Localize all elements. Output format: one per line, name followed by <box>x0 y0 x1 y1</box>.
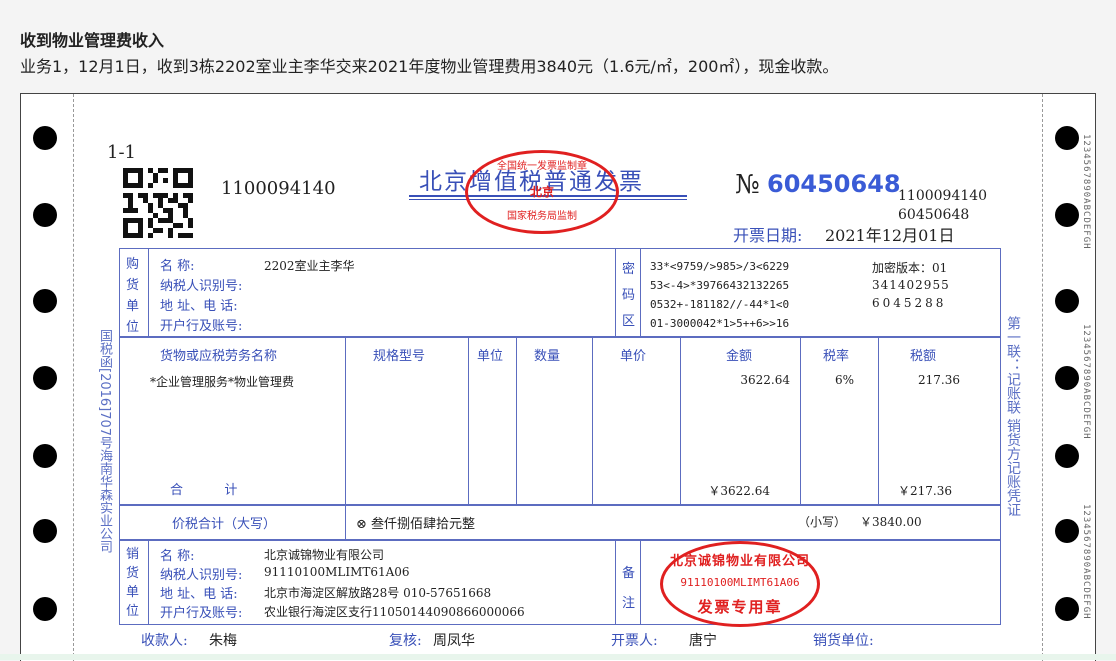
total-amount: ￥3622.64 <box>708 484 770 498</box>
cipher-label: 密码区 <box>622 262 636 329</box>
item-amount: 3622.64 <box>740 373 790 387</box>
seller-section-label: 销货单位 <box>126 547 140 619</box>
hole-icon <box>33 366 57 390</box>
strip-code: 1234567890ABCDEFGH <box>1081 504 1091 620</box>
tax-bureau-stamp: 全国统一发票监制章 北京 国家税务局监制 <box>465 150 619 234</box>
total-tax: ￥217.36 <box>898 484 952 498</box>
stamp-company-name: 北京诚锦物业有限公司 <box>669 554 810 569</box>
version-line: 341402955 <box>872 278 950 292</box>
task-header: 收到物业管理费收入 业务1，12月1日，收到3栋2202室业主李华交来2021年… <box>20 30 838 78</box>
cipher-line: 0532+-181182//-44*1<0 <box>650 298 790 311</box>
right-side-text: 第一联：记账联 销货方记账凭证 <box>1005 316 1021 517</box>
col-qty: 数量 <box>534 349 561 364</box>
invoice-code-right: 1100094140 <box>898 188 988 204</box>
hole-icon <box>1055 126 1079 150</box>
seller-bank-label: 开户行及账号: <box>160 606 243 621</box>
payee: 朱梅 <box>209 633 237 649</box>
invoice-number-right: 60450648 <box>898 207 970 223</box>
col-tax: 税额 <box>910 349 937 364</box>
reviewer: 周凤华 <box>433 633 475 649</box>
buyer-bank-label: 开户行及账号: <box>160 319 243 334</box>
item-rate: 6% <box>834 373 854 387</box>
seller-name: 北京诚锦物业有限公司 <box>264 548 385 562</box>
remark-label: 备注 <box>622 566 636 611</box>
stamp-company-id: 91110100MLIMT61A06 <box>680 576 800 589</box>
grand-total-words: ⊗ 叁仟捌佰肆拾元整 <box>356 517 476 532</box>
invoice-paper: 1234567890ABCDEFGH 1234567890ABCDEFGH 12… <box>20 93 1096 661</box>
right-perforation-strip: 1234567890ABCDEFGH 1234567890ABCDEFGH 12… <box>1042 94 1095 661</box>
cipher-line: 53<-4>*39766432132265 <box>650 279 790 292</box>
seller-bank: 农业银行海淀区支行11050144090866000066 <box>264 605 525 619</box>
seller-addr: 北京市海淀区解放路28号 010-57651668 <box>264 586 492 600</box>
invoice-number: 60450648 <box>767 170 901 198</box>
small-label: （小写） <box>798 515 847 529</box>
strip-code: 1234567890ABCDEFGH <box>1081 134 1091 250</box>
col-unit: 单位 <box>477 349 504 364</box>
col-amount: 金额 <box>726 349 753 364</box>
cipher-line: 33*<9759/>985>/3<6229 <box>650 260 790 273</box>
reviewer-label: 复核: <box>389 633 422 649</box>
strip-code: 1234567890ABCDEFGH <box>1081 324 1091 440</box>
invoice-footer: 收款人: 朱梅 复核: 周凤华 开票人: 唐宁 销货单位: <box>119 630 999 652</box>
total-label: 合 计 <box>170 483 238 498</box>
grand-total-small: ￥3840.00 <box>860 515 922 529</box>
number-prefix: № <box>735 170 760 200</box>
hole-icon <box>1055 519 1079 543</box>
hole-icon <box>33 597 57 621</box>
col-spec: 规格型号 <box>373 349 426 364</box>
invoice-table: 购货单位 名 称: 2202室业主李华 纳税人识别号: 地 址、电 话: 开户行… <box>119 248 1001 627</box>
hole-icon <box>33 519 57 543</box>
col-item: 货物或应税劳务名称 <box>160 349 278 364</box>
stamp-text: 全国统一发票监制章 <box>497 161 587 172</box>
cipher-line: 01-3000042*1>5++6>>16 <box>650 317 790 330</box>
version-line: 6045288 <box>872 296 947 310</box>
stamp-text: 北京 <box>529 185 554 199</box>
seller-name-label: 名 称: <box>160 549 195 564</box>
qr-code-icon <box>123 168 193 238</box>
seller-tax-label: 纳税人识别号: <box>160 568 243 583</box>
drawer: 唐宁 <box>689 633 717 649</box>
grand-total-label: 价税合计（大写） <box>172 517 277 532</box>
cipher-block: 33*<9759/>985>/3<6229 53<-4>*39766432132… <box>650 257 789 333</box>
hole-icon <box>33 126 57 150</box>
seller-unit-label: 销货单位: <box>813 633 874 649</box>
hole-icon <box>1055 366 1079 390</box>
stamp-company-sub: 发票专用章 <box>697 598 783 616</box>
left-perforation-strip <box>21 94 74 661</box>
date-label: 开票日期: <box>733 226 803 245</box>
item-name: *企业管理服务*物业管理费 <box>150 375 295 389</box>
encryption-version: 加密版本：01 <box>872 261 948 275</box>
hole-icon <box>1055 597 1079 621</box>
buyer-section-label: 购货单位 <box>126 257 140 335</box>
hole-icon <box>1055 444 1079 468</box>
col-rate: 税率 <box>823 349 850 364</box>
hole-icon <box>1055 203 1079 227</box>
invoice-code: 1100094140 <box>221 178 336 199</box>
hole-icon <box>1055 289 1079 313</box>
buyer-name-label: 名 称: <box>160 259 195 274</box>
drawer-label: 开票人: <box>611 633 658 649</box>
task-title: 收到物业管理费收入 <box>20 31 165 50</box>
buyer-tax-label: 纳税人识别号: <box>160 279 243 294</box>
stamp-text: 国家税务局监制 <box>507 211 577 222</box>
buyer-addr-label: 地 址、电 话: <box>160 299 238 314</box>
col-price: 单价 <box>620 349 647 364</box>
task-description: 业务1，12月1日，收到3栋2202室业主李华交来2021年度物业管理费用384… <box>20 57 839 76</box>
seller-tax-id: 91110100MLIMT61A06 <box>264 565 410 579</box>
invoice-date: 2021年12月01日 <box>825 226 955 245</box>
copy-number: 1-1 <box>107 142 136 163</box>
buyer-name: 2202室业主李华 <box>264 259 355 273</box>
seller-addr-label: 地 址、电 话: <box>160 587 238 602</box>
company-invoice-stamp: 北京诚锦物业有限公司 91110100MLIMT61A06 发票专用章 <box>660 541 820 627</box>
hole-icon <box>33 289 57 313</box>
hole-icon <box>33 444 57 468</box>
hole-icon <box>33 203 57 227</box>
payee-label: 收款人: <box>141 633 188 649</box>
bottom-bar <box>0 654 1116 660</box>
item-tax: 217.36 <box>918 373 960 387</box>
left-side-text: 国税函[2016]707号海南华森实业公司 <box>97 329 112 554</box>
